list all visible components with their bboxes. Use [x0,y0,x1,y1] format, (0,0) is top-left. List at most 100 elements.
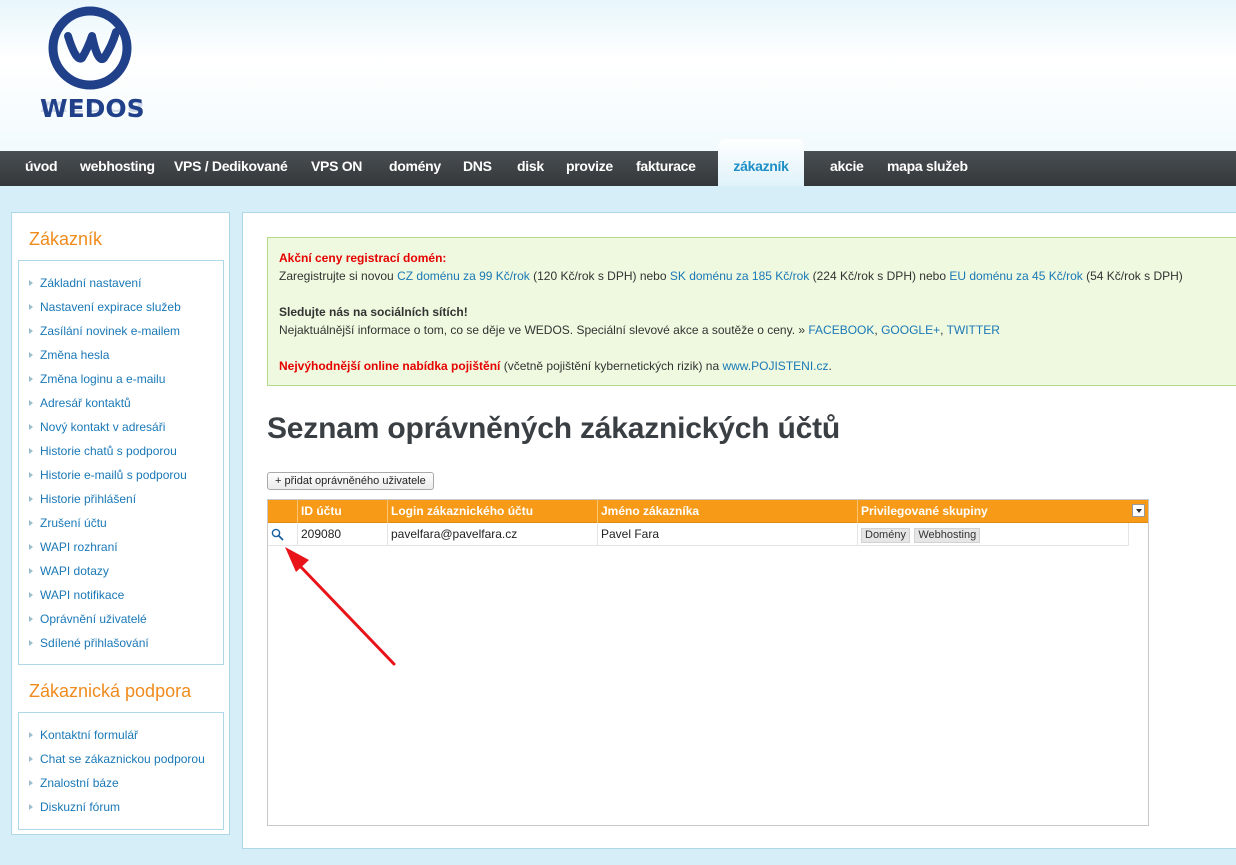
link-label: Sdílené přihlašování [40,636,149,650]
link-label: Kontaktní formulář [40,728,139,742]
cell-name: Pavel Fara [597,523,857,545]
main-content: Akční ceny registrací domén: Zaregistruj… [242,212,1236,849]
bullet-icon [29,568,33,574]
bullet-icon [29,544,33,550]
facebook-link[interactable]: FACEBOOK [808,323,874,337]
sk-domain-link[interactable]: SK doménu za 185 Kč/rok [670,269,809,283]
bullet-icon [29,520,33,526]
insurance-link[interactable]: www.POJISTENI.cz [722,359,828,373]
bullet-icon [29,448,33,454]
promo-text: Zaregistrujte si novou [279,269,398,283]
sidebar-link[interactable]: WAPI dotazy [29,564,109,578]
bullet-icon [29,328,33,334]
link-label: WAPI dotazy [40,564,109,578]
insurance-end: . [828,359,832,373]
bullet-icon [29,804,33,810]
link-label: Adresář kontaktů [40,396,131,410]
group-badge: Domény [861,528,910,543]
social-text: Nejaktuálnější informace o tom, co se dě… [279,323,809,337]
link-label: Nastavení expirace služeb [40,300,181,314]
sidebar-link[interactable]: Znalostní báze [29,776,119,790]
bullet-icon [29,780,33,786]
cz-domain-link[interactable]: CZ doménu za 99 Kč/rok [397,269,530,283]
sidebar-link[interactable]: Základní nastavení [29,276,141,290]
sidebar-link[interactable]: Změna loginu a e-mailu [29,372,166,386]
sidebar-link[interactable]: Nový kontakt v adresáři [29,420,165,434]
group-badge: Webhosting [914,528,981,543]
row-scroll-gutter [1128,523,1148,546]
promo-text: (120 Kč/rok s DPH) nebo [529,269,670,283]
nav-item-mapa-sluzeb[interactable]: mapa služeb [887,151,968,186]
column-header-id[interactable]: ID účtu [297,500,388,523]
sidebar-link[interactable]: WAPI rozhraní [29,540,118,554]
social-line: Nejaktuálnější informace o tom, co se dě… [279,323,1000,337]
sidebar-link[interactable]: Diskuzní fórum [29,800,121,814]
bullet-icon [29,304,33,310]
nav-item-domeny[interactable]: domény [389,151,441,186]
nav-item-dns[interactable]: DNS [463,151,492,186]
sidebar: Zákazník Základní nastavení Nastavení ex… [11,212,230,835]
support-links-box: Kontaktní formulář Chat se zákaznickou p… [18,712,224,830]
bullet-icon [29,472,33,478]
sidebar-link[interactable]: Kontaktní formulář [29,728,139,742]
nav-item-fakturace[interactable]: fakturace [636,151,696,186]
bullet-icon [29,400,33,406]
sidebar-link[interactable]: Historie e-mailů s podporou [29,468,187,482]
bullet-icon [29,352,33,358]
bullet-icon [29,732,33,738]
sidebar-link[interactable]: Zasílání novinek e-mailem [29,324,181,338]
sidebar-link[interactable]: Změna hesla [29,348,109,362]
magnifier-icon[interactable] [271,528,284,541]
social-heading: Sledujte nás na sociálních sítích! [279,305,468,319]
nav-item-uvod[interactable]: úvod [25,151,58,186]
link-label: Historie přihlášení [40,492,137,506]
nav-item-vps-on[interactable]: VPS ON [311,151,362,186]
link-label: Diskuzní fórum [40,800,121,814]
link-label: Chat se zákaznickou podporou [40,752,205,766]
google-plus-link[interactable]: GOOGLE+ [881,323,940,337]
promo-box: Akční ceny registrací domén: Zaregistruj… [267,237,1236,386]
cell-login: pavelfara@pavelfara.cz [387,523,598,545]
header: WEDOS WEDOS [0,0,1236,151]
main-nav: úvod webhosting VPS / Dedikované VPS ON … [0,139,1236,186]
cell-id: 209080 [297,523,388,545]
bullet-icon [29,756,33,762]
nav-item-zakaznik[interactable]: zákazník [718,139,804,186]
nav-item-akcie[interactable]: akcie [830,151,864,186]
bullet-icon [29,280,33,286]
sidebar-link[interactable]: Historie přihlášení [29,492,137,506]
nav-item-vps-dedikovane[interactable]: VPS / Dedikované [174,151,288,186]
insurance-text: (včetně pojištění kybernetických rizik) … [500,359,723,373]
sidebar-link[interactable]: WAPI notifikace [29,588,124,602]
nav-item-provize[interactable]: provize [566,151,613,186]
twitter-link[interactable]: TWITTER [947,323,1000,337]
nav-item-webhosting[interactable]: webhosting [80,151,155,186]
bullet-icon [29,616,33,622]
add-authorized-user-button[interactable]: + přidat oprávněného uživatele [267,472,434,490]
logo-reflection: WEDOS [40,98,145,114]
column-header-groups[interactable]: Privilegované skupiny [857,500,1121,523]
eu-domain-link[interactable]: EU doménu za 45 Kč/rok [949,269,1082,283]
insurance-line: Nejvýhodnější online nabídka pojištění (… [279,359,832,373]
column-header-name[interactable]: Jméno zákazníka [597,500,857,523]
sidebar-link[interactable]: Adresář kontaktů [29,396,131,410]
bullet-icon [29,496,33,502]
customer-links-box: Základní nastavení Nastavení expirace sl… [18,260,224,665]
sidebar-link[interactable]: Zrušení účtu [29,516,107,530]
table-row[interactable]: 209080 pavelfara@pavelfara.cz Pavel Fara… [268,523,1128,546]
link-label: Znalostní báze [40,776,119,790]
link-label: Zasílání novinek e-mailem [40,324,181,338]
column-header-login[interactable]: Login zákaznického účtu [387,500,598,523]
link-label: Historie e-mailů s podporou [40,468,187,482]
sidebar-link[interactable]: Sdílené přihlašování [29,636,149,650]
nav-item-disk[interactable]: disk [517,151,544,186]
sidebar-link[interactable]: Nastavení expirace služeb [29,300,181,314]
bullet-icon [29,592,33,598]
column-menu-dropdown-icon[interactable] [1132,504,1145,517]
sidebar-link[interactable]: Chat se zákaznickou podporou [29,752,205,766]
sidebar-title-support: Zákaznická podpora [29,681,192,701]
sidebar-link[interactable]: Oprávnění uživatelé [29,612,147,626]
sidebar-link[interactable]: Historie chatů s podporou [29,444,177,458]
link-label: Změna loginu a e-mailu [40,372,166,386]
bullet-icon [29,640,33,646]
